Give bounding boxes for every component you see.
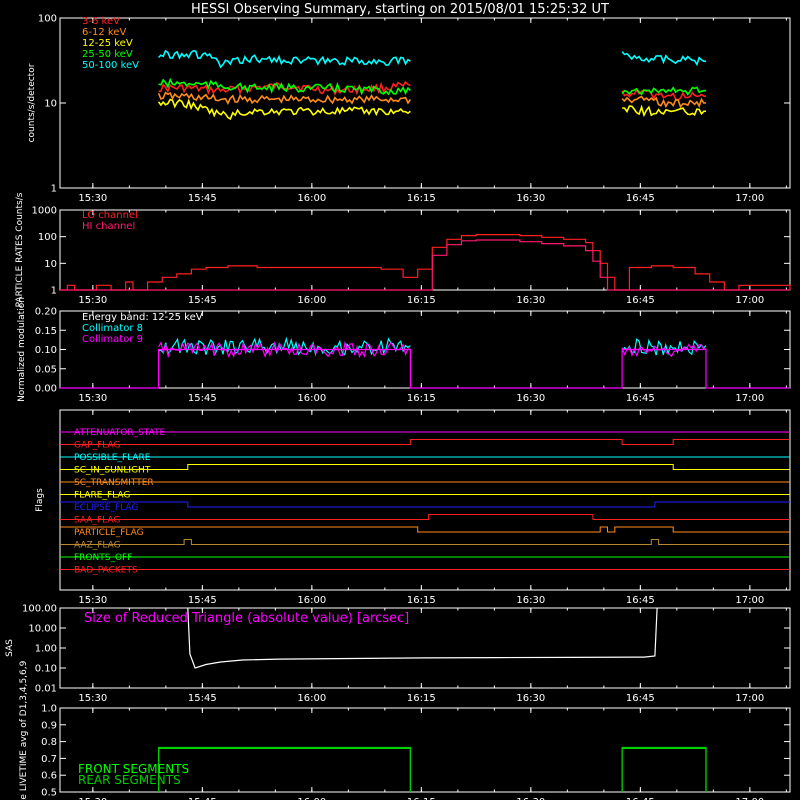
x-tick-label: 17:00 [735,295,764,306]
flag-label: ATTENUATOR_STATE [74,428,166,438]
y-tick-label: 0.20 [35,307,57,318]
x-tick-label: 17:00 [735,193,764,204]
x-tick-label: 15:30 [78,393,107,404]
flag-label: FLARE_FLAG [74,491,130,501]
legend-entry: REAR SEGMENTS [78,773,181,787]
y-axis-label: PARTICLE RATES Counts/s [15,192,25,307]
y-tick-label: 0.8 [41,737,57,748]
x-tick-label: 16:15 [407,193,436,204]
y-tick-label: 0.05 [35,364,57,375]
figure-background [0,0,800,800]
y-tick-label: 100.00 [22,604,57,615]
x-tick-label: 15:45 [188,693,217,704]
y-axis-label: Flags [35,488,45,512]
y-tick-label: 0.01 [35,684,57,695]
x-tick-label: 16:30 [516,193,545,204]
legend-entry: 25-50 keV [82,49,133,60]
panel-annotation: Size of Reduced Triangle (absolute value… [84,611,409,626]
hessi-summary-figure: HESSI Observing Summary, starting on 201… [0,0,800,800]
flag-label: AAZ_FLAG [74,541,121,551]
x-tick-label: 16:00 [297,595,326,606]
x-tick-label: 16:30 [516,393,545,404]
x-tick-label: 15:30 [78,193,107,204]
x-tick-label: 16:30 [516,693,545,704]
y-tick-label: 1000 [32,206,57,217]
y-axis-label: Mon. Rate LIVETIME avg of D1,3,4,5,6,9 [19,660,29,800]
x-tick-label: 15:45 [188,193,217,204]
x-tick-label: 16:45 [626,595,655,606]
y-tick-label: 100 [38,14,57,25]
x-tick-label: 16:45 [626,693,655,704]
x-tick-label: 16:30 [516,295,545,306]
y-tick-label: 0.00 [35,384,57,395]
x-tick-label: 15:45 [188,295,217,306]
x-tick-label: 16:30 [516,595,545,606]
x-tick-label: 16:00 [297,295,326,306]
y-tick-label: 0.7 [41,754,57,765]
y-axis-label: Normalized modulation [17,297,27,402]
legend-entry: 50-100 keV [82,60,139,71]
y-tick-label: 0.10 [35,345,57,356]
x-tick-label: 15:30 [78,595,107,606]
x-tick-label: 16:15 [407,693,436,704]
legend-entry: 6-12 keV [82,27,126,38]
y-tick-label: 0.10 [35,664,57,675]
y-tick-label: 1 [51,184,57,195]
legend-entry: Collimator 8 [82,323,143,334]
x-tick-label: 15:30 [78,295,107,306]
y-tick-label: 0.15 [35,326,57,337]
y-axis-label: SAS [5,639,15,657]
y-tick-label: 0.9 [41,720,57,731]
y-tick-label: 1 [51,286,57,297]
x-tick-label: 16:15 [407,295,436,306]
y-tick-label: 100 [38,232,57,243]
flag-label: SAA_FLAG [74,516,120,526]
flag-label: PARTICLE_FLAG [74,528,144,538]
legend-entry: HI channel [82,221,135,232]
flag-label: SC_IN_SUNLIGHT [74,466,151,476]
y-tick-label: 10 [44,99,57,110]
x-tick-label: 17:00 [735,693,764,704]
figure-title: HESSI Observing Summary, starting on 201… [191,2,609,17]
x-tick-label: 16:15 [407,393,436,404]
y-tick-label: 10.00 [28,624,57,635]
x-tick-label: 16:00 [297,393,326,404]
panel-annotation: Energy band: 12-25 keV [82,312,203,323]
flag-label: FRONTS_OFF [74,553,132,563]
y-axis-label: counts/s/detector [27,63,37,142]
y-tick-label: 1.00 [35,644,57,655]
legend-entry: LO channel [82,210,138,221]
x-tick-label: 16:00 [297,193,326,204]
y-tick-label: 10 [44,259,57,270]
y-tick-label: 0.6 [41,771,57,782]
x-tick-label: 15:45 [188,393,217,404]
x-tick-label: 15:30 [78,693,107,704]
flag-label: SC_TRANSMITTER [74,478,154,488]
x-tick-label: 17:00 [735,393,764,404]
x-tick-label: 16:00 [297,693,326,704]
flag-label: GAP_FLAG [74,441,120,451]
flag-label: BAD_PACKETS [74,566,138,576]
legend-entry: 3-6 keV [82,16,120,27]
y-tick-label: 1.0 [41,704,57,715]
x-tick-label: 16:45 [626,393,655,404]
y-tick-label: 0.5 [41,788,57,799]
flag-label: POSSIBLE_FLARE [74,453,151,463]
flag-label: ECLIPSE_FLAG [74,503,138,513]
x-tick-label: 16:45 [626,295,655,306]
x-tick-label: 17:00 [735,595,764,606]
legend-entry: Collimator 9 [82,334,143,345]
x-tick-label: 15:45 [188,595,217,606]
legend-entry: 12-25 keV [82,38,133,49]
x-tick-label: 16:45 [626,193,655,204]
x-tick-label: 16:15 [407,595,436,606]
